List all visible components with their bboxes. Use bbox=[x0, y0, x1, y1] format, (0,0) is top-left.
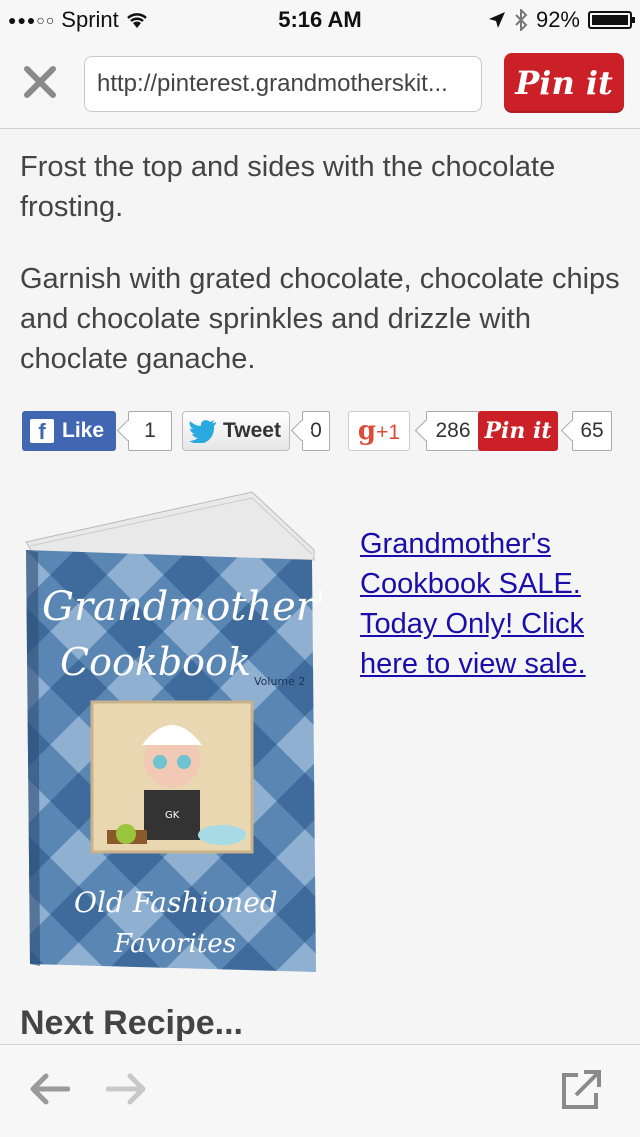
google-plus-label: +1 bbox=[376, 421, 401, 444]
pin-it-share-button[interactable]: Pin it bbox=[478, 411, 558, 451]
facebook-like-button[interactable]: f Like bbox=[22, 411, 116, 451]
location-arrow-icon bbox=[488, 12, 505, 28]
url-field[interactable]: http://pinterest.grandmotherskit... bbox=[84, 56, 482, 112]
book-title-line2: Cookbook bbox=[60, 640, 251, 684]
tweet-button[interactable]: Tweet bbox=[182, 411, 290, 451]
book-subtitle-line1: Old Fashioned bbox=[74, 886, 278, 919]
paragraph-frosting: Frost the top and sides with the chocola… bbox=[20, 151, 556, 223]
status-bar: ●●●○○ Sprint 5:16 AM 92% bbox=[0, 0, 640, 40]
cookbook-sale-link[interactable]: Grandmother's Cookbook SALE. Today Only!… bbox=[360, 524, 620, 684]
facebook-icon: f bbox=[30, 419, 54, 444]
pin-it-count: 65 bbox=[572, 411, 612, 451]
tweet-label: Tweet bbox=[223, 419, 281, 442]
book-subtitle-line2: Favorites bbox=[113, 929, 236, 959]
browser-toolbar: http://pinterest.grandmotherskit... Pin … bbox=[0, 40, 640, 129]
bluetooth-icon bbox=[515, 9, 528, 31]
next-recipe-heading: Next Recipe... bbox=[20, 1004, 243, 1042]
open-external-icon[interactable] bbox=[560, 1069, 602, 1111]
facebook-like-label: Like bbox=[62, 419, 105, 442]
facebook-count: 1 bbox=[128, 411, 172, 451]
bottom-toolbar bbox=[0, 1044, 640, 1137]
book-volume: Volume 2 bbox=[254, 675, 305, 688]
paragraph-garnish: Garnish with grated chocolate, chocolate… bbox=[20, 263, 620, 375]
cookbook-image[interactable]: Grandmother's Cookbook Volume 2 GK Old F… bbox=[22, 490, 322, 972]
forward-arrow-icon[interactable] bbox=[106, 1071, 148, 1107]
book-badge: GK bbox=[165, 810, 180, 821]
google-plus-button[interactable]: g+1 bbox=[348, 411, 410, 451]
google-plus-count: 286 bbox=[426, 411, 480, 451]
battery-icon bbox=[588, 11, 635, 29]
close-icon[interactable] bbox=[22, 64, 58, 100]
book-title-line1: Grandmother's bbox=[42, 584, 322, 630]
pin-it-button[interactable]: Pin it bbox=[504, 53, 624, 113]
share-bar: f Like 1 Tweet 0 g+1 286 Pin it 65 bbox=[22, 411, 622, 451]
twitter-bird-icon bbox=[189, 420, 216, 443]
status-right: 92% bbox=[488, 7, 635, 33]
google-plus-icon: g bbox=[357, 416, 377, 446]
battery-percent: 92% bbox=[535, 7, 580, 32]
tweet-count: 0 bbox=[302, 411, 330, 451]
back-arrow-icon[interactable] bbox=[28, 1071, 70, 1107]
